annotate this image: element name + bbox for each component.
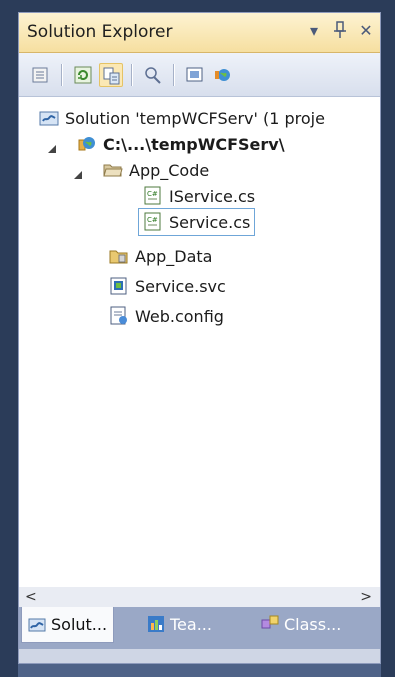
team-explorer-icon <box>147 615 165 633</box>
dropdown-icon[interactable]: ▾ <box>306 21 322 44</box>
tree-item-label: Web.config <box>135 306 224 326</box>
properties-icon[interactable] <box>29 63 53 87</box>
config-file-icon <box>109 306 129 326</box>
tree-item-app-code[interactable]: App_Code <box>73 157 209 183</box>
tree-item-label: Service.svc <box>135 276 226 296</box>
pin-icon[interactable] <box>332 21 348 44</box>
svc-file-icon <box>109 276 129 296</box>
solution-explorer-panel: Solution Explorer ▾ ✕ Solution 'tempWCFS… <box>18 12 381 664</box>
show-all-files-icon[interactable] <box>99 63 123 87</box>
panel-title: Solution Explorer <box>27 22 173 42</box>
tree-item-label: Solution 'tempWCFServ' (1 proje <box>65 108 325 128</box>
close-icon[interactable]: ✕ <box>358 21 374 44</box>
solution-icon <box>39 108 59 128</box>
tab-label: Solut... <box>51 615 108 634</box>
csharp-file-icon: C# <box>143 186 163 206</box>
class-view-icon <box>261 615 279 633</box>
tree-item-label: App_Data <box>135 246 213 266</box>
expand-arrow-icon[interactable] <box>73 165 83 179</box>
tree-item-project[interactable]: C:\...\tempWCFServ\ <box>47 131 285 157</box>
horizontal-scrollbar[interactable]: < > <box>19 587 380 607</box>
svg-text:C#: C# <box>147 190 158 198</box>
scroll-left-icon[interactable]: < <box>25 589 37 605</box>
svg-text:C#: C# <box>147 216 158 224</box>
web-project-icon[interactable] <box>211 63 235 87</box>
tree-item-label: IService.cs <box>169 186 256 206</box>
tree-item-iservice[interactable]: C# IService.cs <box>143 183 255 209</box>
open-folder-icon <box>103 160 123 180</box>
solution-toolbar <box>19 53 380 97</box>
tree-item-service-svc[interactable]: Service.svc <box>109 273 226 299</box>
csharp-file-icon: C# <box>143 212 163 232</box>
panel-title-bar: Solution Explorer ▾ ✕ <box>19 13 380 53</box>
tree-item-web-config[interactable]: Web.config <box>109 303 224 329</box>
tab-label: Class... <box>284 614 342 634</box>
web-project-icon <box>77 134 97 154</box>
tree-item-solution[interactable]: Solution 'tempWCFServ' (1 proje <box>39 105 325 131</box>
data-folder-icon <box>109 246 129 266</box>
tab-solution-explorer[interactable]: Solut... <box>21 607 115 643</box>
solution-explorer-icon <box>28 616 46 634</box>
nest-related-files-icon[interactable] <box>183 63 207 87</box>
view-class-diagram-icon[interactable] <box>141 63 165 87</box>
tree-item-label: C:\...\tempWCFServ\ <box>103 134 285 154</box>
tree-item-label: Service.cs <box>169 212 251 232</box>
tool-window-tabs: Solut... Tea... Class... <box>19 607 380 649</box>
lower-panel-strip <box>18 664 381 677</box>
tab-team-explorer[interactable]: Tea... <box>141 607 218 641</box>
tab-class-view[interactable]: Class... <box>255 607 347 641</box>
expand-arrow-icon[interactable] <box>47 139 57 153</box>
refresh-icon[interactable] <box>71 63 95 87</box>
tree-item-label: App_Code <box>129 160 210 180</box>
scroll-right-icon[interactable]: > <box>360 589 372 605</box>
tree-item-app-data[interactable]: App_Data <box>109 243 212 269</box>
solution-tree: Solution 'tempWCFServ' (1 proje C:\...\t… <box>19 97 380 587</box>
tree-item-service-cs[interactable]: C# Service.cs <box>137 208 256 236</box>
tab-label: Tea... <box>170 614 212 634</box>
